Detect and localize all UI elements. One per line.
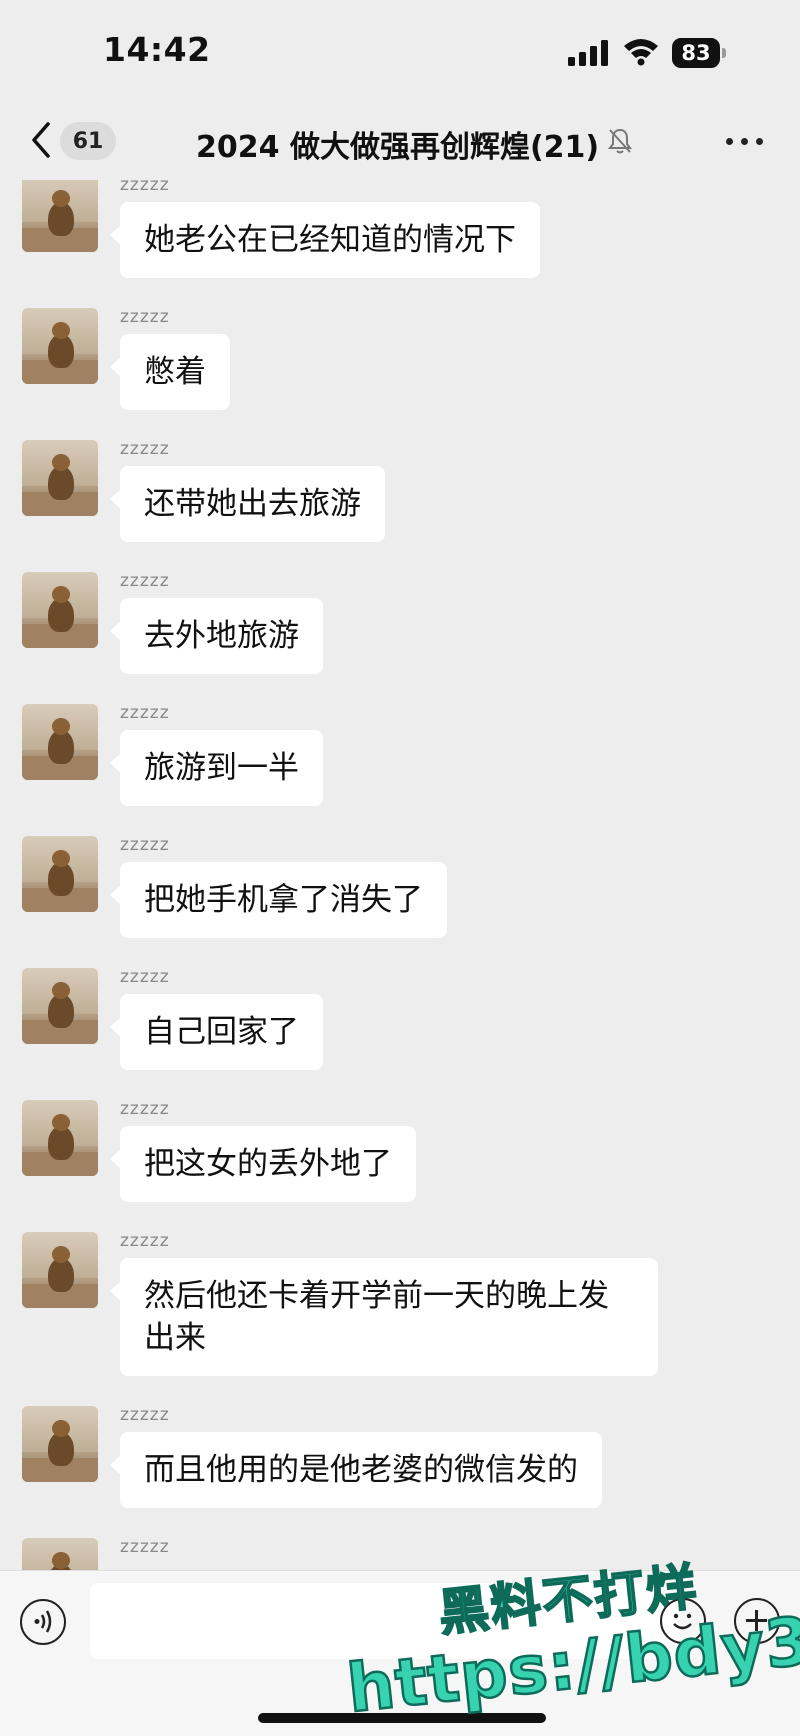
sender-name: zzzzz (120, 703, 170, 723)
chat-header: 61 2024 做大做强再创辉煌(21) (0, 100, 800, 180)
wifi-icon (624, 39, 658, 66)
avatar[interactable] (22, 704, 98, 780)
battery-tip (722, 48, 726, 58)
message-bubble[interactable]: 还带她出去旅游 (110, 466, 385, 542)
avatar[interactable] (22, 1406, 98, 1482)
avatar[interactable] (22, 180, 98, 252)
more-dots-icon[interactable] (726, 136, 766, 148)
message-bubble[interactable]: 旅游到一半 (110, 730, 323, 806)
signal-icon (568, 40, 608, 66)
bell-off-icon (608, 128, 632, 154)
message-bubble[interactable]: 自己回家了 (110, 994, 323, 1070)
avatar[interactable] (22, 1232, 98, 1308)
sender-name: zzzzz (120, 1537, 170, 1557)
message-list[interactable]: zzzzz 她老公在已经知道的情况下 zzzzz 憋着 zzzzz 还带她出去旅… (0, 180, 800, 1570)
message-bubble[interactable]: 她老公在已经知道的情况下 (110, 202, 540, 278)
chat-title[interactable]: 2024 做大做强再创辉煌(21) (196, 122, 599, 166)
message-bubble[interactable]: 而且他用的是他老婆的微信发的 (110, 1432, 602, 1508)
message-bubble[interactable]: 把她手机拿了消失了 (110, 862, 447, 938)
status-time: 14:42 (103, 30, 211, 69)
avatar[interactable] (22, 1538, 98, 1570)
voice-icon[interactable] (20, 1599, 66, 1645)
chevron-left-icon[interactable] (28, 120, 54, 160)
sender-name: zzzzz (120, 967, 170, 987)
message-bubble[interactable]: 憋着 (110, 334, 230, 410)
battery-icon: 83 (672, 38, 728, 68)
sender-name: zzzzz (120, 1099, 170, 1119)
sender-name: zzzzz (120, 307, 170, 327)
message-bubble[interactable]: 去外地旅游 (110, 598, 323, 674)
sender-name: zzzzz (120, 439, 170, 459)
battery-level: 83 (672, 38, 720, 68)
avatar[interactable] (22, 572, 98, 648)
message-bubble[interactable]: 把这女的丢外地了 (110, 1126, 416, 1202)
unread-count-badge[interactable]: 61 (60, 122, 116, 160)
sender-name: zzzzz (120, 180, 170, 195)
avatar[interactable] (22, 308, 98, 384)
avatar[interactable] (22, 836, 98, 912)
sender-name: zzzzz (120, 571, 170, 591)
sender-name: zzzzz (120, 835, 170, 855)
sender-name: zzzzz (120, 1405, 170, 1425)
avatar[interactable] (22, 968, 98, 1044)
sender-name: zzzzz (120, 1231, 170, 1251)
message-bubble[interactable]: 然后他还卡着开学前一天的晚上发出来 (110, 1258, 658, 1376)
avatar[interactable] (22, 440, 98, 516)
status-bar: 14:42 83 (0, 0, 800, 100)
avatar[interactable] (22, 1100, 98, 1176)
